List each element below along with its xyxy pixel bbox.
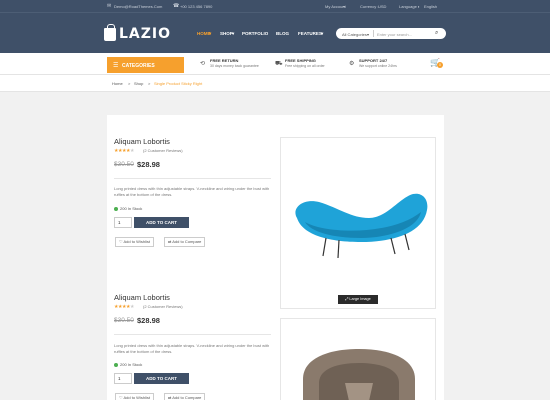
currency-label: Currency : (360, 4, 379, 9)
current-price: $28.98 (137, 316, 160, 325)
large-image-button[interactable]: ⤢ Large Image (338, 295, 378, 304)
quantity-input[interactable]: 1 (114, 217, 132, 228)
feature-title: SUPPORT 24/7 (359, 58, 388, 63)
breadcrumb: Home > Shop > Single Product Sticky Righ… (0, 75, 550, 92)
site-header: ✉ Demo@RoadThemes.Com ☎ +00 123 456 7890… (0, 0, 550, 53)
search-category-select[interactable]: All Categories (342, 32, 367, 37)
feature-title: FREE RETURN (210, 58, 239, 63)
in-stock-icon (114, 362, 118, 367)
return-icon: ⟲ (200, 61, 206, 67)
product-description: Long printed dress with thin adjustable … (114, 343, 270, 354)
feature-subtitle: Free shipping on all order (285, 64, 325, 68)
support-icon: ⚙ (349, 61, 355, 67)
zoom-icon: ⤢ (345, 297, 349, 301)
nav-portfolio[interactable]: PORTFOLIO (242, 31, 268, 36)
search-divider (373, 30, 374, 37)
wishlist-label: Add to Wishlist (123, 239, 150, 244)
breadcrumb-home[interactable]: Home (112, 81, 123, 86)
stock-text: 200 In Stock (120, 362, 143, 367)
product-image-1[interactable] (280, 137, 436, 309)
nav-blog[interactable]: BLOG (276, 31, 289, 36)
cart-count-badge: 0 (437, 62, 443, 68)
large-image-label: Large Image (349, 297, 371, 301)
add-to-compare-button[interactable]: ⇄ Add to Compare (164, 237, 206, 247)
language-select[interactable]: English (424, 4, 437, 9)
old-price: $30.50 (114, 317, 134, 324)
add-to-cart-button[interactable]: ADD TO CART (134, 217, 189, 228)
chevron-down-icon: ▾ (367, 31, 370, 37)
product-image-2[interactable] (280, 318, 436, 400)
logo-text: LAZIO (119, 26, 172, 42)
product-title: Aliquam Lobortis (114, 293, 170, 302)
nav-features-chevron-icon: ▾ (321, 31, 324, 36)
customer-reviews-link[interactable]: (2 Customer Reviews) (143, 304, 183, 309)
breadcrumb-current: Single Product Sticky Right (154, 81, 203, 86)
nav-shop[interactable]: SHOP (220, 31, 233, 36)
brown-armchair-image (303, 349, 415, 400)
compare-label: Add to Compare (172, 239, 202, 244)
search-bar[interactable]: All Categories ▾ Enter your search... ⌕ (336, 28, 446, 39)
compare-label: Add to Compare (172, 395, 202, 400)
breadcrumb-shop[interactable]: Shop (134, 81, 143, 86)
search-icon[interactable]: ⌕ (435, 30, 438, 37)
compare-icon: ⇄ (168, 395, 172, 400)
mail-icon: ✉ (107, 3, 112, 9)
phone-icon: ☎ (173, 3, 180, 9)
categories-label: CATEGORIES (122, 62, 155, 69)
feature-subtitle: 30 days money back guarantee (210, 64, 259, 68)
product-title: Aliquam Lobortis (114, 137, 170, 146)
stock-status: 200 In Stock (114, 206, 142, 211)
nav-features[interactable]: FEATURES (298, 31, 322, 36)
rating-stars: ★★★★★ (114, 148, 134, 154)
flag-icon: ▪ (418, 4, 420, 9)
divider (114, 178, 271, 179)
stock-text: 200 In Stock (120, 206, 143, 211)
search-input[interactable]: Enter your search... (377, 32, 412, 37)
stock-status: 200 In Stock (114, 362, 142, 367)
nav-shop-chevron-icon: ▾ (232, 31, 235, 36)
breadcrumb-separator: > (128, 81, 131, 86)
add-to-cart-button[interactable]: ADD TO CART (134, 373, 189, 384)
add-to-compare-button[interactable]: ⇄ Add to Compare (164, 393, 206, 400)
quantity-input[interactable]: 1 (114, 373, 132, 384)
product-description: Long printed dress with thin adjustable … (114, 186, 270, 197)
current-price: $28.98 (137, 160, 160, 169)
shopping-bag-icon (104, 23, 116, 41)
compare-icon: ⇄ (168, 239, 172, 244)
site-logo[interactable]: LAZIO (104, 23, 172, 44)
top-bar: ✉ Demo@RoadThemes.Com ☎ +00 123 456 7890… (0, 0, 550, 13)
add-to-wishlist-button[interactable]: ♡ Add to Wishlist (115, 237, 154, 247)
menu-icon: ☰ (113, 63, 119, 69)
rating-stars: ★★★★★ (114, 304, 134, 310)
currency-select[interactable]: USD (378, 4, 386, 9)
wishlist-label: Add to Wishlist (123, 395, 150, 400)
categories-button[interactable]: ☰ CATEGORIES (107, 57, 184, 73)
truck-icon: ⛟ (275, 61, 283, 67)
breadcrumb-separator: > (148, 81, 151, 86)
blue-chair-image (295, 193, 428, 259)
old-price: $30.50 (114, 161, 134, 168)
feature-title: FREE SHIPPING (285, 58, 316, 63)
chevron-down-icon: ▾ (343, 4, 346, 9)
add-to-wishlist-button[interactable]: ♡ Add to Wishlist (115, 393, 154, 400)
in-stock-icon (114, 206, 118, 211)
contact-phone: +00 123 456 7890 (180, 4, 213, 9)
customer-reviews-link[interactable]: (2 Customer Reviews) (143, 148, 183, 153)
nav-home-chevron-icon: ▾ (209, 31, 212, 36)
language-label: Language : (399, 4, 420, 9)
feature-subtitle: We support online 24hrs (359, 64, 397, 68)
contact-email[interactable]: Demo@RoadThemes.Com (114, 4, 162, 9)
divider (114, 334, 271, 335)
